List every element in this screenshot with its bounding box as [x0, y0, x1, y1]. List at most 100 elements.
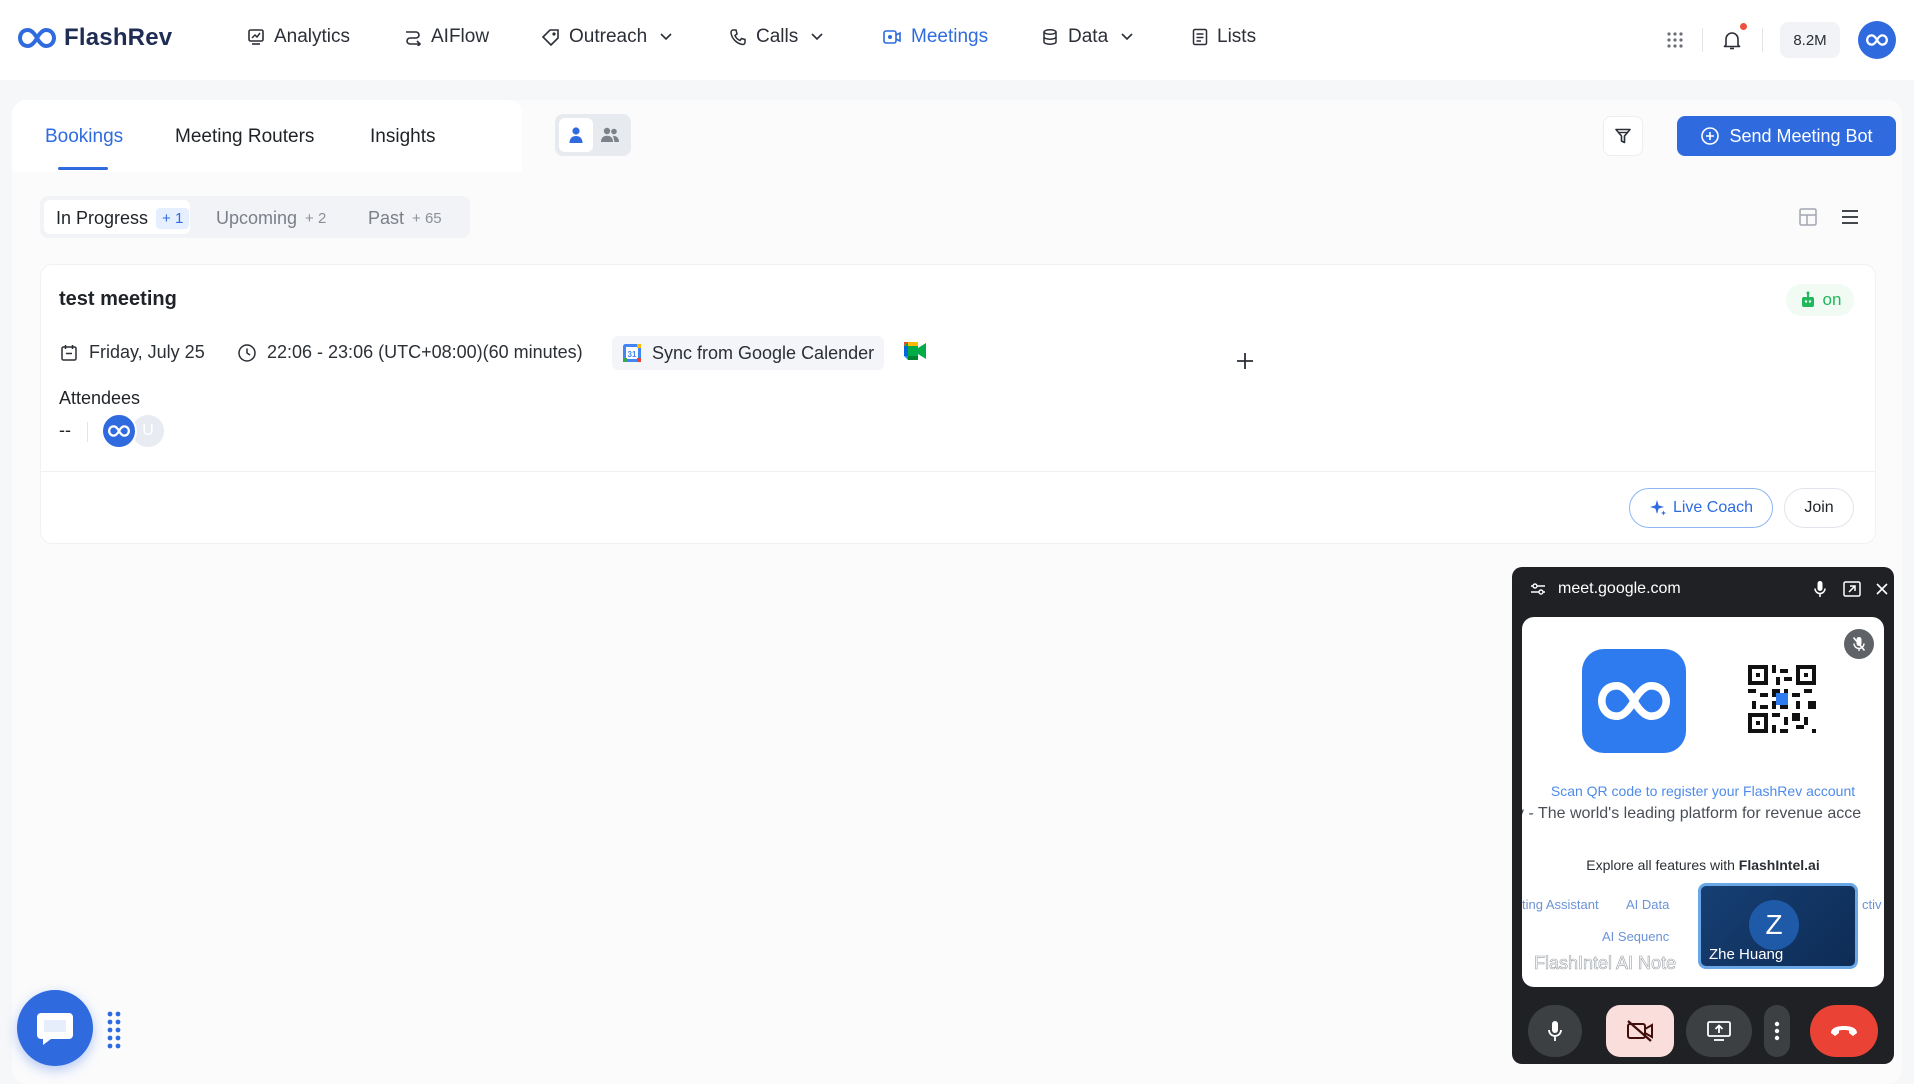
pip-url: meet.google.com — [1558, 580, 1681, 597]
add-button[interactable] — [1232, 348, 1258, 374]
pip-mic-button[interactable] — [1810, 579, 1830, 599]
notification-dot — [1740, 23, 1747, 30]
infinity-logo-icon — [1598, 682, 1670, 720]
list-icon — [1192, 28, 1208, 46]
filter-icon — [1615, 128, 1631, 144]
nav-calls[interactable]: Calls — [729, 26, 823, 48]
feature-label: AI Data — [1626, 897, 1670, 912]
join-button[interactable]: Join — [1784, 488, 1854, 528]
present-screen-button[interactable] — [1686, 1005, 1752, 1057]
subtab-label: Upcoming — [216, 207, 298, 228]
meeting-date: Friday, July 25 — [59, 342, 205, 363]
close-pip-button[interactable] — [1872, 579, 1892, 599]
chevron-down-icon — [660, 33, 672, 41]
meet-pip-window[interactable]: meet.google.com Scan QR code to register… — [1512, 567, 1894, 1064]
drag-handle-icon[interactable] — [106, 1010, 122, 1050]
subtab-upcoming[interactable]: Upcoming + 2 — [216, 205, 326, 231]
back-to-tab-button[interactable] — [1842, 579, 1862, 599]
nav-label: Meetings — [911, 26, 989, 47]
subtab-count: + 1 — [156, 207, 190, 229]
apps-grid-icon — [1667, 32, 1683, 48]
attendees-label: Attendees — [59, 388, 141, 408]
nav-outreach[interactable]: Outreach — [541, 26, 672, 48]
toggle-mic-button[interactable] — [1528, 1005, 1582, 1057]
phone-icon — [730, 29, 746, 46]
microphone-icon — [1814, 581, 1826, 597]
toggle-camera-button[interactable] — [1606, 1005, 1674, 1057]
shared-screen-view: Scan QR code to register your FlashRev a… — [1522, 617, 1884, 987]
nav-label: Data — [1068, 26, 1109, 47]
sync-label: Sync from Google Calender — [652, 342, 875, 363]
notes-overlay-text: FlashIntel AI Note — [1534, 953, 1677, 974]
support-chat-button[interactable] — [17, 990, 93, 1066]
meeting-date-text: Friday, July 25 — [89, 342, 205, 362]
tab-meeting-routers[interactable]: Meeting Routers — [175, 126, 314, 148]
nav-analytics[interactable]: Analytics — [247, 26, 350, 48]
list-layout-icon — [1842, 210, 1858, 224]
nav-data[interactable]: Data — [1041, 26, 1133, 48]
notifications-button[interactable] — [1722, 20, 1742, 60]
attendees-value: -- — [59, 420, 71, 440]
credits-badge[interactable]: 8.2M — [1780, 22, 1840, 58]
google-meet-icon — [904, 342, 926, 360]
subtab-count: + 65 — [412, 209, 442, 227]
flow-icon — [406, 31, 422, 46]
site-settings-button[interactable] — [1528, 579, 1548, 599]
feature-label: AI Sequenc — [1602, 929, 1670, 944]
expand-window-icon — [1843, 581, 1861, 597]
meeting-card[interactable] — [40, 264, 1876, 544]
user-avatar[interactable] — [1858, 21, 1896, 59]
nav-label: Calls — [756, 26, 799, 47]
nav-lists[interactable]: Lists — [1192, 26, 1256, 48]
plus-circle-icon — [1701, 127, 1720, 145]
apps-grid-button[interactable] — [1666, 20, 1684, 60]
bot-status-label: on — [1822, 290, 1842, 309]
subtab-past[interactable]: Past + 65 — [368, 205, 442, 231]
chevron-down-icon — [1121, 33, 1133, 41]
call-controls — [1512, 995, 1894, 1057]
team-meetings-toggle[interactable] — [593, 118, 627, 152]
top-navbar: FlashRev Analytics AIFlow Outreach Calls… — [0, 0, 1914, 80]
nav-label: Lists — [1217, 26, 1257, 47]
subtab-label: In Progress — [56, 207, 149, 228]
tune-icon — [1531, 583, 1545, 595]
card-view-button[interactable] — [1793, 202, 1823, 232]
bot-status-badge[interactable]: on — [1786, 284, 1854, 316]
my-meetings-toggle[interactable] — [559, 118, 593, 152]
nav-divider — [1762, 28, 1763, 52]
nav-meetings[interactable]: Meetings — [882, 26, 988, 48]
tagline-text: v - The world's leading platform for rev… — [1522, 805, 1862, 822]
nav-label: AIFlow — [431, 26, 490, 47]
leave-call-button[interactable] — [1810, 1005, 1878, 1057]
subtab-count: + 2 — [305, 209, 327, 227]
meeting-time-text: 22:06 - 23:06 (UTC+08:00)(60 minutes) — [267, 342, 583, 362]
attendee-avatar[interactable] — [101, 413, 137, 449]
more-options-button[interactable] — [1764, 1005, 1790, 1057]
outreach-icon — [541, 29, 559, 46]
tab-insights[interactable]: Insights — [370, 126, 435, 148]
muted-indicator — [1844, 629, 1874, 659]
chevron-down-icon — [811, 33, 823, 41]
more-vertical-icon — [1774, 1021, 1780, 1041]
send-meeting-bot-button[interactable]: Send Meeting Bot — [1677, 116, 1896, 156]
filter-button[interactable] — [1603, 116, 1643, 156]
robot-icon — [1801, 291, 1814, 307]
chart-icon — [248, 29, 264, 45]
live-coach-button[interactable]: Live Coach — [1629, 488, 1773, 528]
live-coach-label: Live Coach — [1672, 499, 1754, 516]
feature-label: ctiv — [1862, 897, 1882, 912]
google-meet-link[interactable] — [902, 340, 928, 362]
infinity-logo-icon — [108, 425, 130, 437]
infinity-logo-icon — [18, 27, 56, 49]
subtab-in-progress[interactable]: In Progress + 1 — [56, 205, 190, 231]
explore-brand: FlashIntel.ai — [1738, 857, 1820, 873]
participant-tile[interactable]: Z Zhe Huang — [1698, 883, 1858, 969]
video-icon — [883, 30, 901, 44]
list-view-button[interactable] — [1835, 202, 1865, 232]
tab-bookings[interactable]: Bookings — [45, 126, 123, 148]
microphone-icon — [1548, 1021, 1562, 1041]
flashrev-logo[interactable]: FlashRev — [18, 24, 172, 52]
close-icon — [1876, 583, 1888, 595]
nav-aiflow[interactable]: AIFlow — [404, 26, 489, 48]
participant-name: Zhe Huang — [1709, 946, 1784, 963]
